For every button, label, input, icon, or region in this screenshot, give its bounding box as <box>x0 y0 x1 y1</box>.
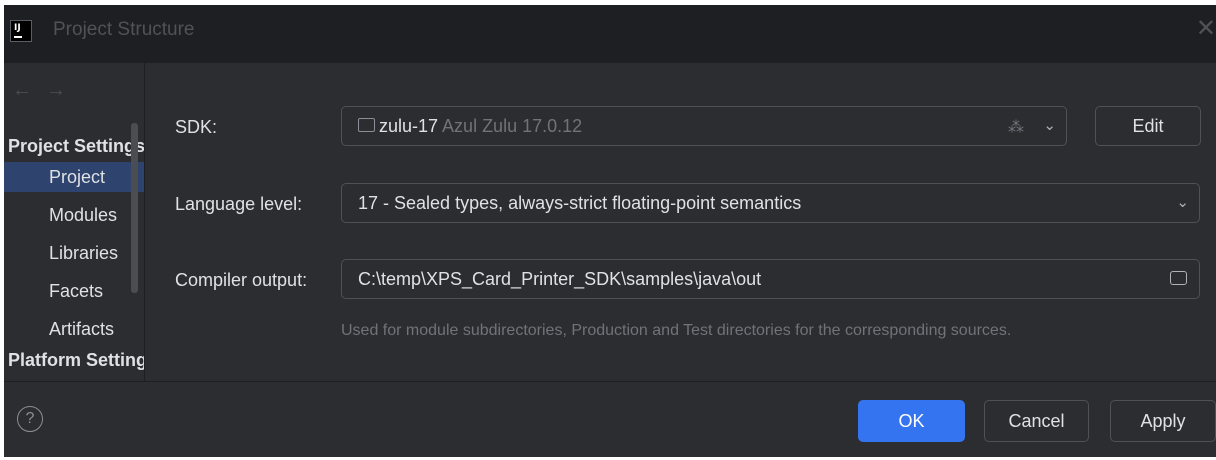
window-title: Project Structure <box>53 19 195 40</box>
compiler-output-label: Compiler output: <box>175 270 308 290</box>
close-icon[interactable]: ✕ <box>1196 17 1216 41</box>
sidebar-item-modules[interactable]: Modules <box>4 200 144 230</box>
compiler-output-value: C:\temp\XPS_Card_Printer_SDK\samples\jav… <box>358 269 762 289</box>
sidebar-section-platform-settings: Platform Settings <box>8 350 144 370</box>
language-level-select[interactable]: 17 - Sealed types, always-strict floatin… <box>341 183 1200 223</box>
help-icon[interactable]: ? <box>17 406 43 432</box>
nav-arrows: ← → <box>12 79 80 102</box>
project-structure-dialog: IJ Project Structure ✕ ← → Project Settin… <box>4 5 1216 457</box>
sdk-label: SDK: <box>175 117 218 137</box>
sidebar-item-artifacts[interactable]: Artifacts <box>4 314 144 344</box>
sdk-name: zulu-17 <box>379 116 439 136</box>
sdk-folder-icon <box>358 118 375 133</box>
sidebar-item-libraries[interactable]: Libraries <box>4 238 144 268</box>
forward-arrow-icon[interactable]: → <box>46 79 66 101</box>
cancel-button[interactable]: Cancel <box>984 400 1089 442</box>
sidebar-item-facets[interactable]: Facets <box>4 276 144 306</box>
sidebar: ← → Project Settings Project Modules Libr… <box>4 63 144 381</box>
project-settings-panel: SDK: zulu-17 Azul Zulu 17.0.12 ⁂ ⌄ Edit L… <box>145 63 1216 381</box>
edit-sdk-button[interactable]: Edit <box>1095 106 1201 146</box>
sdk-select[interactable]: zulu-17 Azul Zulu 17.0.12 ⁂ ⌄ <box>341 106 1067 146</box>
back-arrow-icon[interactable]: ← <box>12 79 32 101</box>
loading-spinner-icon: ⁂ <box>1008 119 1024 136</box>
language-level-value: 17 - Sealed types, always-strict floatin… <box>358 193 802 213</box>
compiler-output-field[interactable]: C:\temp\XPS_Card_Printer_SDK\samples\jav… <box>341 259 1200 299</box>
sidebar-item-project[interactable]: Project <box>4 162 144 192</box>
footer-divider <box>4 381 1216 382</box>
sidebar-section-project-settings: Project Settings <box>8 136 144 156</box>
language-level-label: Language level: <box>175 194 303 214</box>
folder-icon[interactable] <box>1170 271 1187 285</box>
title-bar: IJ Project Structure ✕ <box>4 5 1216 63</box>
app-logo-icon: IJ <box>10 20 32 42</box>
sidebar-scrollbar[interactable] <box>131 123 138 293</box>
chevron-down-icon: ⌄ <box>1176 194 1189 211</box>
chevron-down-icon: ⌄ <box>1043 117 1056 134</box>
sdk-version: Azul Zulu 17.0.12 <box>442 116 583 136</box>
compiler-output-hint: Used for module subdirectories, Producti… <box>341 322 1012 339</box>
ok-button[interactable]: OK <box>858 400 965 442</box>
apply-button[interactable]: Apply <box>1110 400 1216 442</box>
